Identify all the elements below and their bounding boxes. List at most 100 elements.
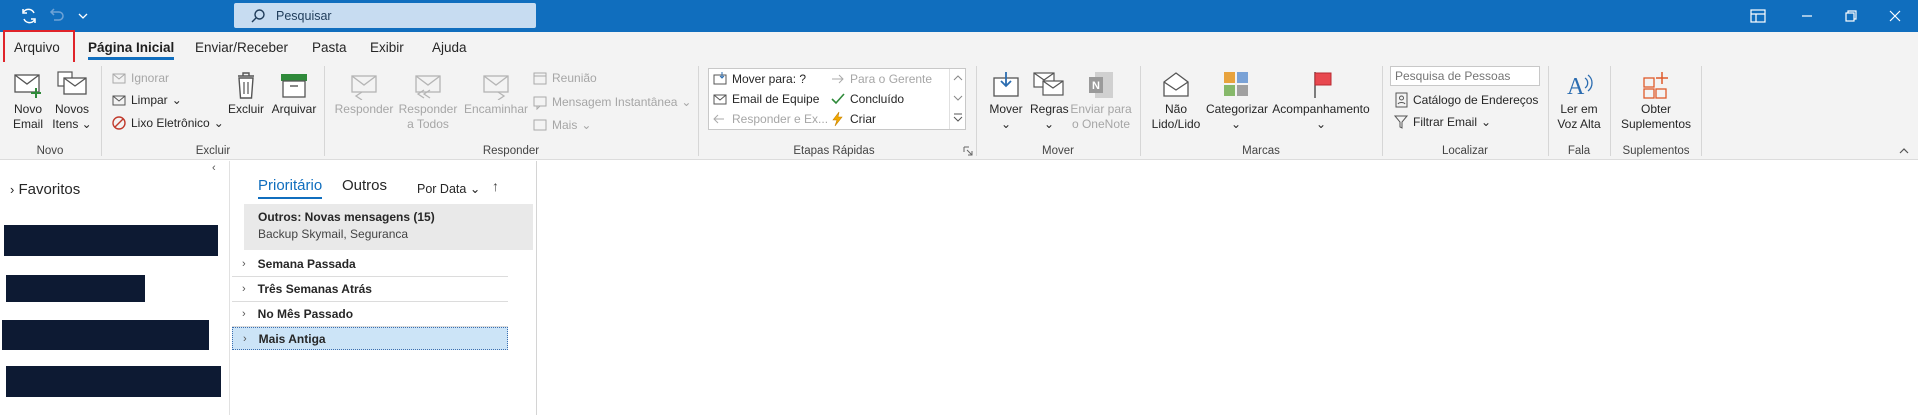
move-to-icon [713, 72, 727, 85]
redacted-folder[interactable] [2, 320, 209, 350]
ignore-icon [112, 73, 126, 84]
categorizar-button[interactable]: Categorizar ⌄ [1206, 70, 1269, 132]
outros-notice[interactable]: Outros: Novas mensagens (15) Backup Skym… [244, 204, 533, 250]
group-semana-passada[interactable]: › Semana Passada [232, 252, 508, 277]
tab-enviar-receber[interactable]: Enviar/Receber [195, 40, 288, 55]
catalogo-enderecos-button[interactable]: Catálogo de Endereços [1393, 92, 1538, 108]
separator [976, 66, 977, 156]
favoritos-header[interactable]: › Favoritos [10, 181, 80, 198]
new-email-icon [14, 74, 41, 98]
reuniao-button[interactable]: Reunião [532, 70, 597, 86]
tab-pagina-inicial[interactable]: Página Inicial [88, 40, 175, 60]
tab-prioritario[interactable]: Prioritário [258, 177, 323, 199]
qs-criar[interactable]: Criar [830, 111, 876, 127]
nao-lido-button[interactable]: Não Lido/Lido [1148, 70, 1204, 132]
regras-dropdown-icon: ⌄ [1043, 117, 1055, 131]
onenote-label-1: Enviar para [1070, 102, 1132, 116]
group-tres-semanas[interactable]: › Três Semanas Atrás [232, 277, 508, 302]
instant-message-icon [533, 96, 547, 110]
obter-suplementos-button[interactable]: Obter Suplementos [1616, 70, 1696, 132]
group-label: Semana Passada [257, 257, 356, 271]
quick-steps-scroll[interactable] [949, 69, 965, 129]
group-mes-passado[interactable]: › No Mês Passado [232, 302, 508, 327]
encaminhar-button[interactable]: Encaminhar [462, 70, 530, 117]
qs-para-gerente-label: Para o Gerente [850, 72, 933, 86]
tab-exibir[interactable]: Exibir [370, 40, 404, 55]
redacted-folder[interactable] [6, 366, 221, 397]
tab-pasta[interactable]: Pasta [312, 40, 347, 55]
categorizar-label: Categorizar [1206, 102, 1269, 116]
ribbon-display-icon[interactable] [1747, 6, 1769, 26]
dialog-launcher-icon[interactable] [963, 146, 973, 156]
lixo-eletronico-button[interactable]: Lixo Eletrônico ⌄ [111, 115, 224, 131]
sort-label: Por Data [417, 182, 467, 196]
novo-email-label-1: Novo [13, 102, 42, 116]
group-etapas-rapidas: Etapas Rápidas [793, 145, 875, 157]
separator [101, 66, 102, 156]
nao-lido-label-1: Não [1164, 102, 1187, 116]
chevron-right-icon: › [243, 332, 247, 345]
tab-outros[interactable]: Outros [342, 177, 387, 194]
group-localizar: Localizar [1441, 145, 1489, 157]
tab-ajuda[interactable]: Ajuda [432, 40, 467, 55]
search-box[interactable]: Pesquisar [234, 3, 536, 28]
flag-icon [1314, 72, 1332, 98]
onenote-button[interactable]: N Enviar para o OneNote [1068, 70, 1134, 132]
novos-itens-button[interactable]: Novos Itens ⌄ [52, 70, 92, 132]
novo-email-button[interactable]: Novo Email [8, 70, 48, 132]
sort-direction-icon[interactable]: ↑ [492, 178, 499, 194]
group-label: Mais Antiga [258, 331, 326, 346]
more-icon [533, 119, 547, 131]
redacted-folder[interactable] [6, 275, 145, 302]
responder-label: Responder [334, 102, 394, 116]
redacted-folder[interactable] [4, 225, 218, 256]
filtrar-email-button[interactable]: Filtrar Email ⌄ [1393, 114, 1491, 130]
svg-text:N: N [1092, 80, 1100, 92]
meeting-icon [533, 72, 547, 85]
new-items-icon [57, 71, 87, 95]
reply-all-icon [415, 75, 441, 99]
excluir-button[interactable]: Excluir [224, 70, 268, 117]
close-icon[interactable] [1884, 6, 1906, 26]
acompanhamento-label: Acompanhamento [1272, 102, 1370, 116]
mais-button[interactable]: Mais ⌄ [532, 117, 591, 133]
group-suplementos: Suplementos [1622, 145, 1690, 157]
mover-dropdown-icon: ⌄ [1000, 117, 1012, 131]
favoritos-label: Favoritos [18, 181, 81, 198]
scroll-down-icon [953, 95, 963, 101]
sync-icon[interactable] [18, 6, 40, 26]
qs-para-gerente[interactable]: Para o Gerente [830, 71, 932, 87]
limpar-button[interactable]: Limpar ⌄ [111, 92, 182, 108]
minimize-icon[interactable] [1796, 6, 1818, 26]
search-icon [251, 8, 265, 22]
sort-dropdown[interactable]: Por Data ⌄ [417, 181, 480, 196]
group-mais-antiga[interactable]: › Mais Antiga [232, 327, 508, 350]
regras-button[interactable]: Regras ⌄ [1030, 70, 1069, 132]
qs-concluido[interactable]: Concluído [830, 91, 904, 107]
collapse-ribbon-icon[interactable] [1898, 146, 1910, 156]
restore-icon[interactable] [1840, 6, 1862, 26]
collapse-folder-pane-icon[interactable]: ‹ [212, 162, 216, 174]
qs-mover-para-label: Mover para: ? [732, 72, 807, 86]
limpar-label: Limpar [131, 93, 168, 107]
pesquisa-pessoas-input[interactable] [1390, 66, 1540, 86]
forward-icon [483, 75, 509, 100]
separator [698, 66, 699, 156]
categorizar-dropdown-icon: ⌄ [1230, 117, 1242, 131]
chevron-right-icon: › [242, 283, 246, 295]
qs-concluido-label: Concluído [850, 92, 905, 106]
qs-email-equipe[interactable]: Email de Equipe [712, 91, 819, 107]
responder-button[interactable]: Responder [334, 70, 394, 117]
mover-button[interactable]: Mover ⌄ [984, 70, 1028, 132]
highlight-box [3, 30, 75, 64]
acompanhamento-button[interactable]: Acompanhamento ⌄ [1270, 70, 1372, 132]
qs-mover-para[interactable]: Mover para: ? [712, 71, 806, 87]
qs-responder-excluir[interactable]: Responder e Ex... [712, 111, 828, 127]
ler-em-voz-alta-button[interactable]: A Ler em Voz Alta [1552, 70, 1606, 132]
responder-todos-button[interactable]: Responder a Todos [396, 70, 460, 132]
undo-icon[interactable] [46, 6, 68, 26]
ignorar-button[interactable]: Ignorar [111, 70, 169, 86]
mensagem-instantanea-button[interactable]: Mensagem Instantânea ⌄ [532, 94, 691, 110]
quick-access-dropdown-icon[interactable] [72, 6, 94, 26]
arquivar-button[interactable]: Arquivar [269, 70, 319, 117]
